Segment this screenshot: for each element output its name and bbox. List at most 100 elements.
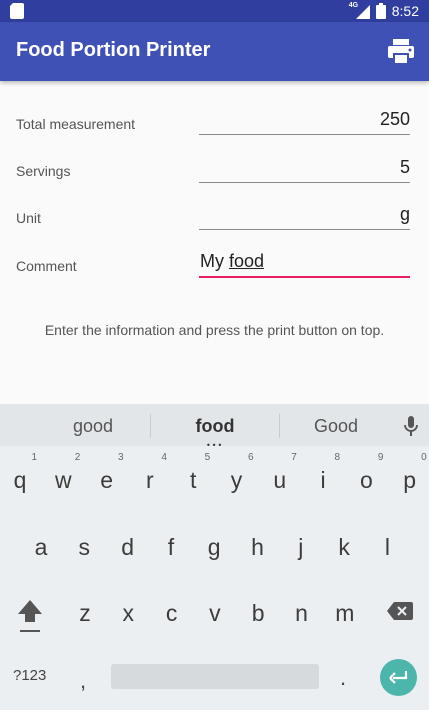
key-hint-number: 1: [31, 452, 37, 463]
key[interactable]: d: [108, 522, 148, 572]
total-measurement-label: Total measurement: [16, 116, 136, 132]
key[interactable]: m: [325, 588, 365, 638]
key-label: a: [34, 534, 48, 560]
key-label: z: [79, 600, 91, 626]
microphone-icon[interactable]: [403, 416, 419, 438]
key[interactable]: x: [108, 588, 148, 638]
key-label: f: [167, 534, 175, 560]
key-hint-number: 2: [74, 452, 81, 463]
unit-label: Unit: [16, 210, 41, 226]
status-time: 8:52: [391, 3, 419, 19]
suggestion-divider: [150, 414, 151, 438]
key[interactable]: t5: [173, 452, 213, 505]
suggestion-center[interactable]: food: [155, 416, 275, 437]
enter-key[interactable]: [380, 659, 417, 696]
key-label: r: [146, 467, 154, 493]
key-label: k: [338, 534, 350, 560]
key-hint-number: 9: [377, 452, 384, 463]
key-label: q: [13, 467, 27, 493]
key-label: u: [273, 467, 287, 493]
instruction-text: Enter the information and press the prin…: [44, 322, 385, 338]
servings-value: 5: [399, 157, 410, 177]
key[interactable]: e3: [87, 452, 127, 505]
form-row-servings: Servings 5: [0, 153, 429, 193]
comment-composing-word: food: [229, 251, 265, 271]
key-hint-number: 0: [421, 452, 427, 463]
key[interactable]: p0: [390, 452, 429, 505]
key[interactable]: g: [194, 522, 234, 572]
key[interactable]: r4: [130, 452, 170, 505]
print-icon[interactable]: [386, 36, 416, 66]
total-measurement-input[interactable]: 250: [199, 105, 410, 135]
key-label: i: [320, 467, 326, 493]
servings-label: Servings: [16, 163, 71, 179]
key-hint-number: 5: [204, 452, 211, 463]
comment-input[interactable]: My food: [199, 248, 410, 278]
key-label: s: [78, 534, 91, 560]
key-hint-number: 8: [334, 452, 341, 463]
servings-input[interactable]: 5: [199, 153, 410, 183]
comment-prefix: My: [200, 251, 229, 271]
key[interactable]: w2: [43, 452, 83, 505]
signal-icon: 4G: [349, 2, 370, 19]
period-key[interactable]: .: [340, 665, 346, 691]
key-label: h: [251, 534, 264, 560]
key-label: b: [251, 600, 265, 626]
sd-card-icon: [10, 3, 24, 19]
comment-value: My food: [200, 251, 264, 272]
key[interactable]: q1: [0, 452, 40, 505]
symbols-key[interactable]: ?123: [13, 667, 46, 684]
key-label: d: [121, 534, 134, 560]
key[interactable]: a: [21, 522, 61, 572]
key[interactable]: u7: [260, 452, 300, 505]
backspace-icon[interactable]: [387, 601, 413, 621]
unit-value: g: [399, 204, 410, 224]
enter-arrow-icon: [389, 671, 408, 684]
app-title: Food Portion Printer: [16, 39, 211, 61]
key[interactable]: f: [151, 522, 191, 572]
key-label: n: [295, 600, 308, 626]
key-label: y: [230, 467, 243, 493]
key[interactable]: s: [64, 522, 104, 572]
key-label: v: [209, 600, 221, 626]
key-label: j: [298, 534, 304, 560]
key[interactable]: v: [195, 588, 235, 638]
key-label: p: [403, 467, 417, 493]
suggestion-right[interactable]: Good: [276, 416, 396, 437]
key[interactable]: h: [238, 522, 278, 572]
key[interactable]: j: [281, 522, 321, 572]
form-row-unit: Unit g: [0, 200, 429, 240]
suggestion-left[interactable]: good: [33, 416, 153, 437]
key-label: m: [335, 600, 355, 626]
form-row-total: Total measurement 250: [0, 105, 429, 145]
key-hint-number: 6: [247, 452, 254, 463]
space-bar[interactable]: [111, 664, 319, 689]
key[interactable]: k: [324, 522, 364, 572]
more-suggestions-dots[interactable]: •••: [206, 441, 223, 450]
total-measurement-value: 250: [379, 109, 410, 129]
key[interactable]: i8: [303, 452, 343, 505]
key[interactable]: n: [282, 588, 322, 638]
status-bar: 4G 8:52: [0, 0, 429, 22]
comma-key[interactable]: ,: [80, 668, 86, 694]
key-label: e: [100, 467, 113, 493]
key[interactable]: l: [367, 522, 407, 572]
key-hint-number: 3: [118, 452, 124, 463]
key[interactable]: o9: [346, 452, 386, 505]
suggestion-strip: good food ••• Good: [0, 404, 429, 450]
key-label: g: [207, 534, 221, 560]
shift-icon[interactable]: [16, 598, 44, 634]
key[interactable]: c: [152, 588, 192, 638]
key-hint-number: 4: [161, 452, 167, 463]
key-label: l: [384, 534, 390, 560]
key[interactable]: z: [65, 588, 105, 638]
key[interactable]: y6: [217, 452, 257, 505]
app-bar: Food Portion Printer: [0, 22, 429, 81]
key[interactable]: b: [238, 588, 278, 638]
form-row-comment: Comment My food: [0, 248, 429, 288]
comment-label: Comment: [16, 258, 77, 274]
unit-input[interactable]: g: [199, 200, 410, 230]
key-label: c: [165, 600, 178, 626]
key-label: w: [54, 467, 72, 493]
key-label: o: [359, 467, 373, 493]
